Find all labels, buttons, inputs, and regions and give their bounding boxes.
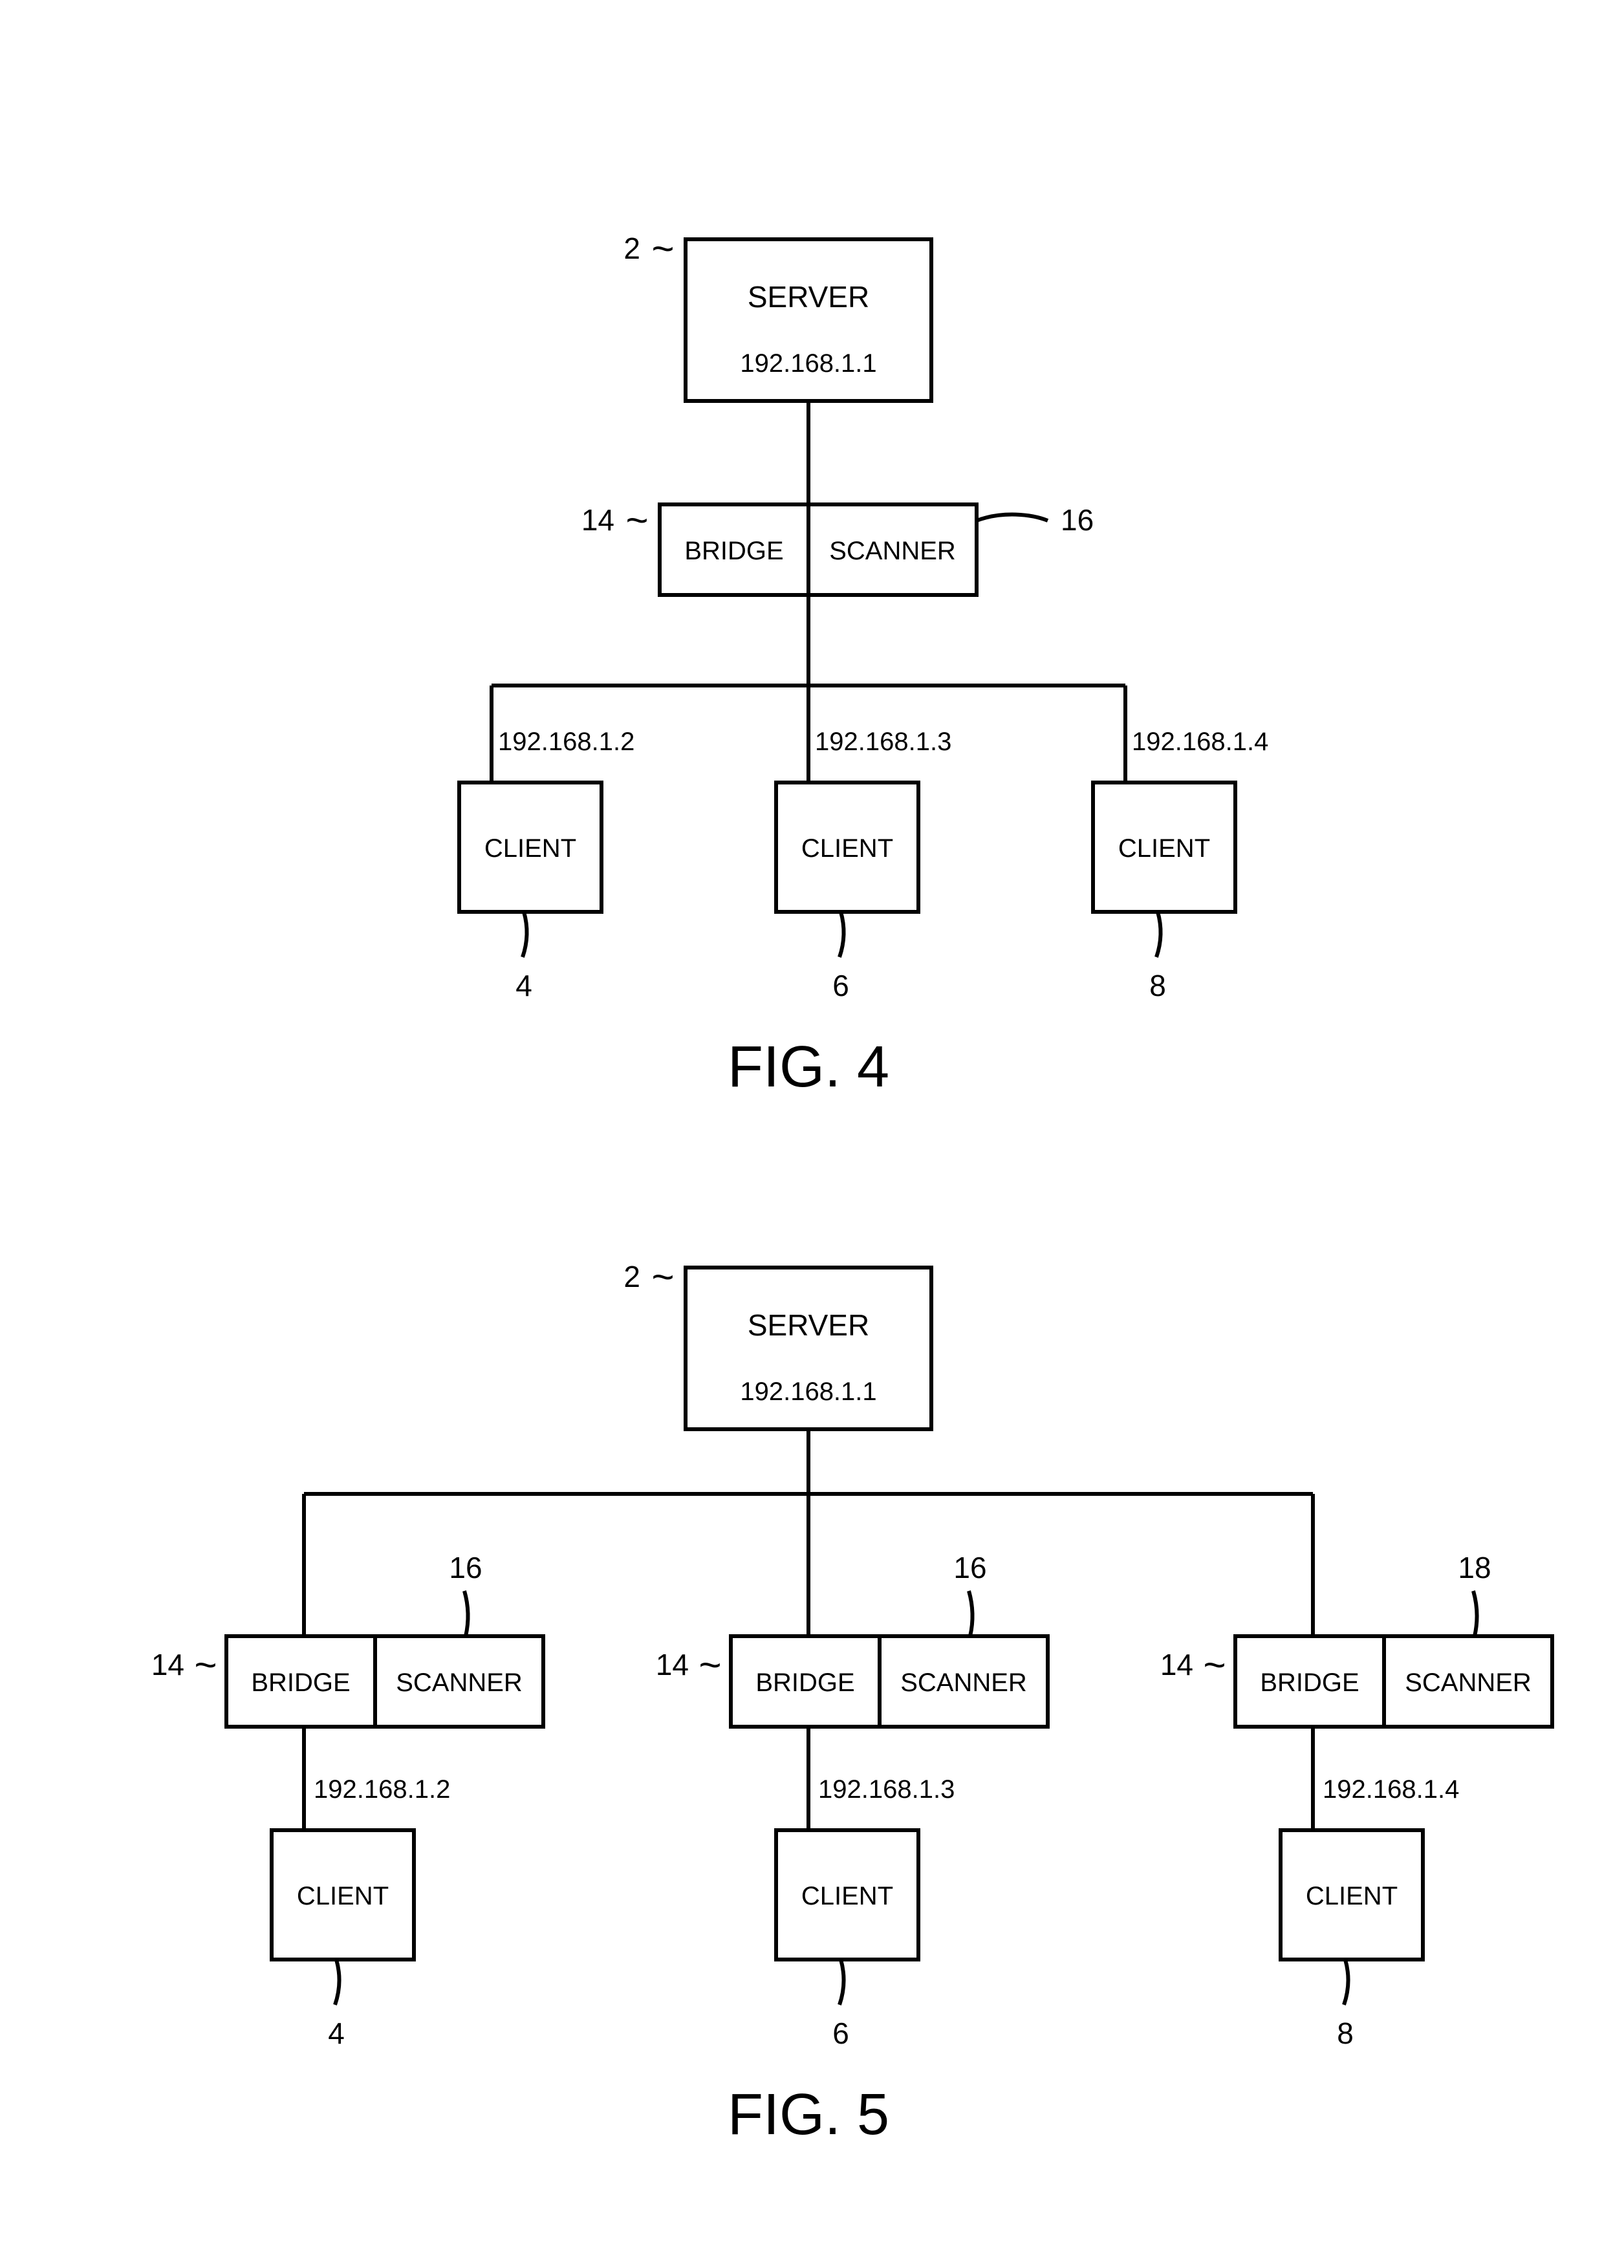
tilde-icon: ~ <box>651 227 674 270</box>
client-ip: 192.168.1.2 <box>498 728 634 756</box>
client-ref: 6 <box>832 969 849 1002</box>
client-label: CLIENT <box>484 834 576 863</box>
client-label: CLIENT <box>801 834 893 863</box>
bridge-label: BRIDGE <box>684 537 783 565</box>
client-label: CLIENT <box>1306 1882 1398 1910</box>
client-label: CLIENT <box>1118 834 1210 863</box>
branch: BRIDGE SCANNER 14 ~ 16 192.168.1.3 CLIEN… <box>656 1494 1048 2050</box>
client-ref: 4 <box>515 969 532 1002</box>
server-label: SERVER <box>748 280 869 314</box>
scanner-ref: 16 <box>953 1551 986 1584</box>
figure-caption: FIG. 5 <box>728 2082 889 2147</box>
branch: BRIDGE SCANNER 14 ~ 16 192.168.1.2 CLIEN… <box>151 1494 543 2050</box>
scanner-ref: 16 <box>449 1551 482 1584</box>
client-ref: 4 <box>328 2016 345 2050</box>
client-ref: 6 <box>832 2016 849 2050</box>
server-ip: 192.168.1.1 <box>740 1377 876 1406</box>
figure-4: SERVER 192.168.1.1 2 ~ BRIDGE SCANNER 14… <box>459 227 1268 1099</box>
lead-line <box>1156 912 1161 957</box>
scanner-ref: 18 <box>1458 1551 1491 1584</box>
tilde-icon: ~ <box>625 499 648 542</box>
server-ref: 2 <box>623 1260 640 1293</box>
tilde-icon: ~ <box>194 1643 217 1687</box>
bridge-ref: 14 <box>656 1648 689 1681</box>
branch: BRIDGE SCANNER 14 ~ 18 192.168.1.4 CLIEN… <box>1160 1494 1552 2050</box>
scanner-label: SCANNER <box>1405 1669 1532 1697</box>
scanner-label: SCANNER <box>829 537 956 565</box>
lead-line <box>1344 1960 1348 2005</box>
bridge-ref: 14 <box>151 1648 184 1681</box>
client-ref: 8 <box>1337 2016 1354 2050</box>
server-ip: 192.168.1.1 <box>740 349 876 378</box>
bridge-ref: 14 <box>581 503 614 537</box>
lead-line <box>335 1960 340 2005</box>
client-ref: 8 <box>1149 969 1166 1002</box>
bridge-label: BRIDGE <box>251 1669 350 1697</box>
figure-caption: FIG. 4 <box>728 1035 889 1099</box>
client-ip: 192.168.1.2 <box>314 1775 450 1804</box>
lead-line <box>523 912 527 957</box>
lead-line <box>1473 1591 1477 1636</box>
client-label: CLIENT <box>801 1882 893 1910</box>
figure-5: SERVER 192.168.1.1 2 ~ BRIDGE SCANNER 14… <box>151 1255 1552 2147</box>
client-ip: 192.168.1.4 <box>1132 728 1268 756</box>
bridge-ref: 14 <box>1160 1648 1193 1681</box>
client-ip: 192.168.1.3 <box>815 728 951 756</box>
scanner-label: SCANNER <box>900 1669 1027 1697</box>
lead-line <box>464 1591 468 1636</box>
lead-line <box>839 1960 844 2005</box>
server-label: SERVER <box>748 1308 869 1342</box>
client-ip: 192.168.1.4 <box>1323 1775 1459 1804</box>
server-ref: 2 <box>623 232 640 265</box>
client-label: CLIENT <box>297 1882 389 1910</box>
lead-line <box>977 515 1048 521</box>
lead-line <box>969 1591 973 1636</box>
bridge-label: BRIDGE <box>755 1669 854 1697</box>
scanner-ref: 16 <box>1061 503 1094 537</box>
lead-line <box>839 912 844 957</box>
bridge-label: BRIDGE <box>1260 1669 1359 1697</box>
tilde-icon: ~ <box>651 1255 674 1299</box>
tilde-icon: ~ <box>1203 1643 1226 1687</box>
tilde-icon: ~ <box>698 1643 721 1687</box>
client-ip: 192.168.1.3 <box>818 1775 955 1804</box>
scanner-label: SCANNER <box>396 1669 523 1697</box>
